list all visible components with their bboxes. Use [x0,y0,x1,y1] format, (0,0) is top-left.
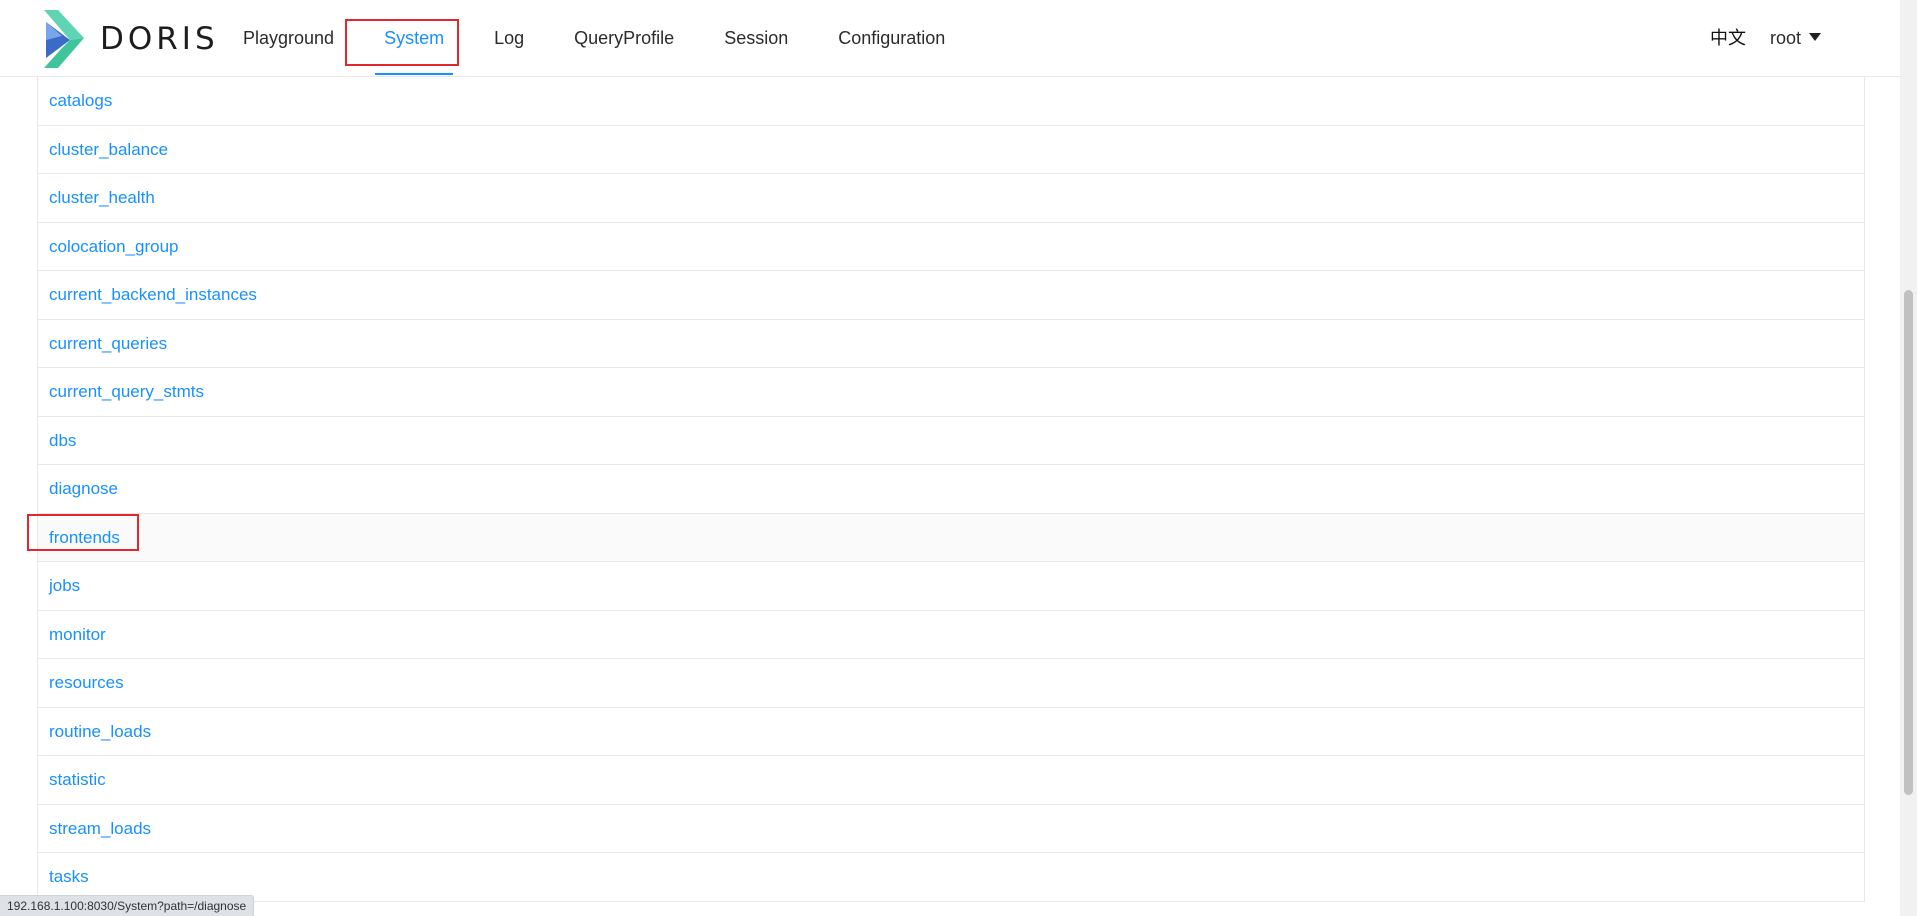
status-bar-url: 192.168.1.100:8030/System?path=/diagnose [0,895,255,916]
list-item: statistic [38,756,1864,805]
list-link[interactable]: cluster_balance [49,140,168,159]
page: DORIS Playground System Log QueryProfile… [0,0,1917,916]
list-item: jobs [38,562,1864,611]
list-item: resources [38,659,1864,708]
list-link[interactable]: resources [49,673,124,692]
vertical-scrollbar[interactable] [1900,0,1917,916]
nav-system[interactable]: System [359,0,469,77]
list-item: cluster_balance [38,126,1864,174]
list-link[interactable]: tasks [49,867,89,886]
list-item: catalogs [38,77,1864,126]
list-link[interactable]: catalogs [49,91,112,110]
list-link[interactable]: jobs [49,576,80,595]
list-link[interactable]: monitor [49,625,106,644]
nav-session[interactable]: Session [699,0,813,77]
system-path-list: catalogs cluster_balance cluster_health … [37,77,1865,902]
user-menu[interactable]: root [1770,0,1822,77]
list-item: diagnose [38,465,1864,514]
list-item: monitor [38,611,1864,659]
main-nav: Playground System Log QueryProfile Sessi… [218,0,970,77]
nav-playground[interactable]: Playground [218,0,359,77]
nav-queryprofile[interactable]: QueryProfile [549,0,699,77]
nav-log[interactable]: Log [469,0,549,77]
list-link[interactable]: colocation_group [49,237,178,256]
user-name: root [1770,28,1802,48]
list-link[interactable]: current_queries [49,334,167,353]
list-item: tasks [38,853,1864,902]
nav-configuration[interactable]: Configuration [813,0,970,77]
scrollbar-thumb[interactable] [1904,290,1913,795]
top-header: DORIS Playground System Log QueryProfile… [0,0,1900,77]
list-item: routine_loads [38,708,1864,756]
list-item: current_query_stmts [38,368,1864,417]
language-switch[interactable]: 中文 [1710,0,1746,77]
list-link[interactable]: stream_loads [49,819,151,838]
brand-name: DORIS [100,21,219,57]
list-link[interactable]: dbs [49,431,76,450]
caret-down-icon [1809,33,1822,42]
list-link[interactable]: diagnose [49,479,118,498]
doris-logo-icon [44,10,84,68]
list-item: stream_loads [38,805,1864,853]
brand-logo[interactable]: DORIS [40,10,219,68]
list-link-frontends[interactable]: frontends [49,528,120,547]
list-item: colocation_group [38,223,1864,271]
list-link[interactable]: statistic [49,770,106,789]
list-link[interactable]: cluster_health [49,188,155,207]
list-item: current_queries [38,320,1864,368]
list-link[interactable]: routine_loads [49,722,151,741]
list-item-hovered: frontends [38,513,1864,562]
list-link[interactable]: current_query_stmts [49,382,204,401]
list-item: cluster_health [38,174,1864,223]
list-item: current_backend_instances [38,271,1864,320]
list-item: dbs [38,417,1864,465]
list-link[interactable]: current_backend_instances [49,285,257,304]
